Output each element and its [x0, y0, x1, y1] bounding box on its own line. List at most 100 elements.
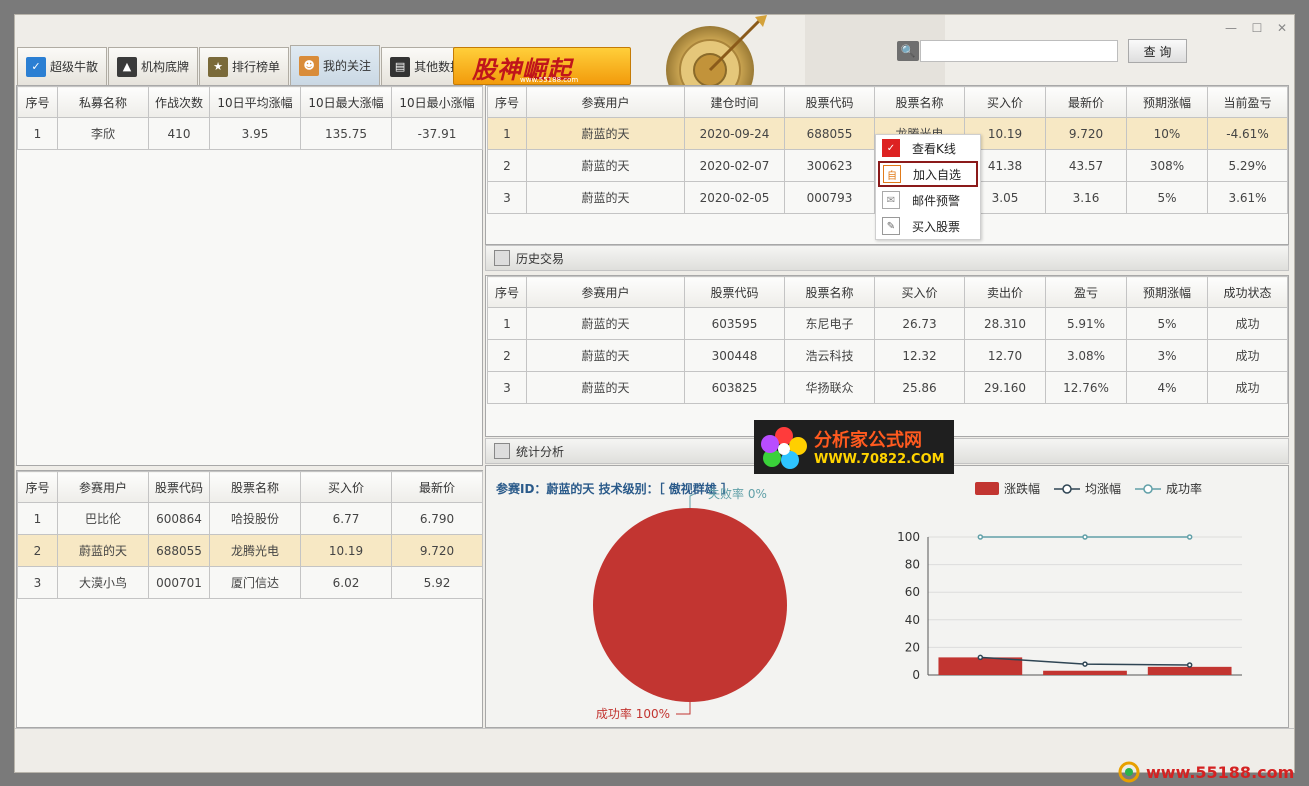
column-header[interactable]: 10日最大涨幅	[300, 86, 392, 118]
column-header[interactable]: 股票代码	[148, 471, 210, 503]
column-header[interactable]: 10日平均涨幅	[209, 86, 301, 118]
column-header[interactable]: 成功状态	[1207, 276, 1288, 308]
column-header[interactable]: 参赛用户	[57, 471, 149, 503]
table-cell: 哈投股份	[209, 502, 301, 535]
site-watermark: 分析家公式网 WWW.70822.COM	[754, 420, 954, 474]
tab-ranking[interactable]: ★ 排行榜单	[199, 47, 290, 85]
tab-my-watch[interactable]: ☻ 我的关注	[290, 45, 381, 85]
column-header[interactable]: 10日最小涨幅	[391, 86, 483, 118]
table-cell: 135.75	[300, 117, 392, 150]
menu-item-mail-alert[interactable]: ✉ 邮件预警	[876, 187, 980, 213]
menu-item-buy-stock[interactable]: ✎ 买入股票	[876, 213, 980, 239]
column-header[interactable]: 私募名称	[57, 86, 149, 118]
menu-item-add-favorite[interactable]: 自 加入自选	[878, 161, 978, 187]
mail-icon: ✉	[882, 191, 900, 209]
table-cell: 6.02	[300, 566, 392, 599]
table-cell: 3%	[1126, 339, 1208, 372]
column-header[interactable]: 买入价	[964, 86, 1046, 118]
table-row[interactable]: 2 蔚蓝的天 688055 龙腾光电 10.19 9.720	[17, 534, 483, 567]
bar[interactable]	[1147, 666, 1232, 675]
y-tick-label: 100	[897, 530, 920, 544]
logo-banner: 股神崛起 www.55188.com	[453, 47, 631, 85]
table-cell: 28.310	[964, 307, 1046, 340]
column-header[interactable]: 买入价	[300, 471, 392, 503]
line-point[interactable]	[1186, 662, 1193, 668]
table-cell: 600864	[148, 502, 210, 535]
minimize-button[interactable]: —	[1222, 21, 1240, 35]
menu-item-label: 邮件预警	[912, 193, 961, 208]
table-cell: 000701	[148, 566, 210, 599]
legend-swatch-bar	[975, 482, 999, 495]
bar[interactable]	[1043, 670, 1127, 675]
column-header[interactable]: 参赛用户	[526, 276, 685, 308]
column-header[interactable]: 参赛用户	[526, 86, 685, 118]
column-header[interactable]: 序号	[487, 276, 527, 308]
legend-item[interactable]: 成功率	[1135, 480, 1202, 497]
close-button[interactable]: ✕	[1273, 21, 1291, 35]
menu-item-label: 买入股票	[912, 219, 961, 234]
private-fund-table: 序号 私募名称 作战次数 10日平均涨幅 10日最大涨幅 10日最小涨幅 1 李欣 410 3.…	[17, 86, 483, 150]
table-cell: 蔚蓝的天	[526, 117, 685, 150]
legend-item[interactable]: 涨跌幅	[975, 480, 1040, 497]
add-favorite-icon: 自	[883, 165, 901, 183]
column-header[interactable]: 序号	[17, 471, 58, 503]
pie-label-line	[676, 702, 691, 715]
legend-item[interactable]: 均涨幅	[1054, 480, 1121, 497]
table-cell: 5.91%	[1045, 307, 1127, 340]
table-cell: 4%	[1126, 371, 1208, 404]
tab-super-investor[interactable]: ✓ 超级牛散	[17, 47, 108, 85]
table-cell: 5%	[1126, 307, 1208, 340]
table-row[interactable]: 3 蔚蓝的天 603825 华扬联众 25.86 29.160 12.76% 4% 成功	[487, 371, 1288, 404]
line-point[interactable]	[1082, 661, 1088, 667]
pie-slice[interactable]	[593, 508, 787, 702]
table-row[interactable]: 1 李欣 410 3.95 135.75 -37.91	[17, 117, 483, 150]
table-cell: 3	[487, 181, 527, 214]
column-header[interactable]: 股票代码	[684, 276, 785, 308]
legend-label: 成功率	[1166, 482, 1203, 496]
tab-institution[interactable]: ▲ 机构底牌	[108, 47, 199, 85]
line-point[interactable]	[977, 534, 984, 540]
line-point[interactable]	[1186, 534, 1193, 540]
column-header[interactable]: 预期涨幅	[1126, 86, 1208, 118]
success-rate-pie-chart: 失败率 0% 成功率 100%	[593, 486, 787, 721]
table-cell: 2020-09-24	[684, 117, 785, 150]
check-icon: ✓	[26, 56, 46, 77]
private-fund-panel: 序号 私募名称 作战次数 10日平均涨幅 10日最大涨幅 10日最小涨幅 1 李欣 410 3.…	[16, 85, 483, 466]
column-header[interactable]: 作战次数	[148, 86, 210, 118]
table-row[interactable]: 3 大漠小鸟 000701 厦门信达 6.02 5.92	[17, 566, 483, 599]
column-header[interactable]: 序号	[487, 86, 527, 118]
table-cell: 蔚蓝的天	[526, 371, 685, 404]
column-header[interactable]: 买入价	[874, 276, 965, 308]
column-header[interactable]: 建仓时间	[684, 86, 785, 118]
column-header[interactable]: 股票名称	[209, 471, 301, 503]
column-header[interactable]: 最新价	[1045, 86, 1127, 118]
column-header[interactable]: 最新价	[391, 471, 483, 503]
column-header[interactable]: 股票名称	[784, 276, 875, 308]
column-header[interactable]: 股票代码	[784, 86, 875, 118]
table-cell: 成功	[1207, 371, 1288, 404]
menu-item-view-kline[interactable]: ✓ 查看K线	[876, 135, 980, 161]
table-row[interactable]: 2 蔚蓝的天 300448 浩云科技 12.32 12.70 3.08% 3% 成功	[487, 339, 1288, 372]
table-cell: 12.76%	[1045, 371, 1127, 404]
line-point[interactable]	[1082, 534, 1088, 540]
table-cell: 蔚蓝的天	[57, 534, 149, 567]
line-point[interactable]	[977, 654, 984, 661]
column-header[interactable]: 盈亏	[1045, 276, 1127, 308]
search-input[interactable]	[920, 40, 1118, 62]
table-cell: 5%	[1126, 181, 1208, 214]
query-button[interactable]: 查 询	[1128, 39, 1187, 63]
table-cell: 蔚蓝的天	[526, 307, 685, 340]
table-row[interactable]: 1 巴比伦 600864 哈投股份 6.77 6.790	[17, 502, 483, 535]
column-header[interactable]: 卖出价	[964, 276, 1046, 308]
chart-legend: 涨跌幅 均涨幅 成功率	[975, 480, 1216, 497]
column-header[interactable]: 当前盈亏	[1207, 86, 1288, 118]
table-cell: 1	[487, 307, 527, 340]
maximize-button[interactable]: ☐	[1248, 21, 1266, 35]
table-cell: 3.16	[1045, 181, 1127, 214]
column-header[interactable]: 序号	[17, 86, 58, 118]
column-header[interactable]: 股票名称	[874, 86, 965, 118]
stats-title: 统计分析	[516, 444, 565, 459]
table-row[interactable]: 1 蔚蓝的天 603595 东尼电子 26.73 28.310 5.91% 5% 成功	[487, 307, 1288, 340]
column-header[interactable]: 预期涨幅	[1126, 276, 1208, 308]
table-cell: 厦门信达	[209, 566, 301, 599]
